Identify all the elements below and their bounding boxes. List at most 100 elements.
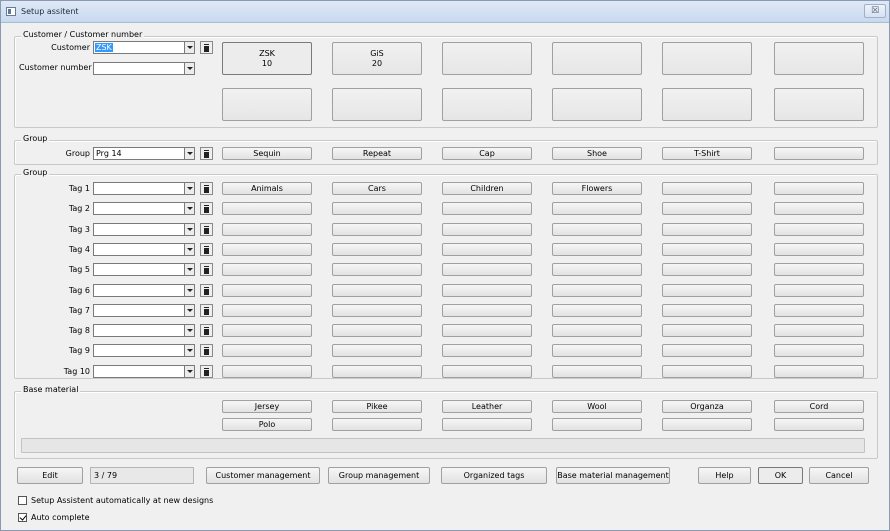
tag-2-button-5[interactable] — [662, 202, 752, 215]
tag-7-button-2[interactable] — [332, 304, 422, 317]
customer-combo[interactable]: ZSK — [93, 41, 195, 54]
tag-8-button-2[interactable] — [332, 324, 422, 337]
tag-9-button-5[interactable] — [662, 344, 752, 357]
tag-2-button-2[interactable] — [332, 202, 422, 215]
customer-button-10[interactable] — [552, 88, 642, 121]
group-button-1[interactable]: Sequin — [222, 147, 312, 160]
tag-7-delete-icon[interactable] — [200, 304, 213, 317]
tag-2-combo[interactable] — [93, 202, 195, 215]
tag-2-delete-icon[interactable] — [200, 202, 213, 215]
tag-9-delete-icon[interactable] — [200, 344, 213, 357]
tag-1-button-2[interactable]: Cars — [332, 182, 422, 195]
group-button-6[interactable] — [774, 147, 864, 160]
tag-4-button-4[interactable] — [552, 243, 642, 256]
tag-2-button-4[interactable] — [552, 202, 642, 215]
chevron-down-icon[interactable] — [184, 324, 195, 337]
tag-5-button-2[interactable] — [332, 263, 422, 276]
tag-10-button-3[interactable] — [442, 365, 532, 378]
base-material-row2-button-1[interactable]: Polo — [222, 418, 312, 431]
tag-8-delete-icon[interactable] — [200, 324, 213, 337]
customer-button-9[interactable] — [442, 88, 532, 121]
close-button[interactable]: ☒ — [864, 4, 886, 18]
tag-10-button-2[interactable] — [332, 365, 422, 378]
tag-10-button-5[interactable] — [662, 365, 752, 378]
customer-button-7[interactable] — [222, 88, 312, 121]
tag-10-button-6[interactable] — [774, 365, 864, 378]
customer-button-12[interactable] — [774, 88, 864, 121]
base-material-row1-button-6[interactable]: Cord — [774, 400, 864, 413]
tag-9-button-1[interactable] — [222, 344, 312, 357]
tag-5-button-3[interactable] — [442, 263, 532, 276]
chevron-down-icon[interactable] — [184, 263, 195, 276]
tag-7-button-3[interactable] — [442, 304, 532, 317]
base-material-row1-button-4[interactable]: Wool — [552, 400, 642, 413]
tag-9-button-4[interactable] — [552, 344, 642, 357]
help-button[interactable]: Help — [698, 467, 751, 484]
customer-button-6[interactable] — [774, 42, 864, 75]
auto-complete-checkbox[interactable] — [18, 513, 27, 522]
tag-6-button-6[interactable] — [774, 284, 864, 297]
tag-6-button-1[interactable] — [222, 284, 312, 297]
group-combo[interactable]: Prg 14 — [93, 147, 195, 160]
chevron-down-icon[interactable] — [184, 202, 195, 215]
group-button-2[interactable]: Repeat — [332, 147, 422, 160]
tag-8-button-1[interactable] — [222, 324, 312, 337]
tag-7-button-6[interactable] — [774, 304, 864, 317]
tag-6-combo[interactable] — [93, 284, 195, 297]
tag-4-button-2[interactable] — [332, 243, 422, 256]
base-material-row2-button-6[interactable] — [774, 418, 864, 431]
base-material-row1-button-5[interactable]: Organza — [662, 400, 752, 413]
tag-10-combo[interactable] — [93, 365, 195, 378]
chevron-down-icon[interactable] — [184, 304, 195, 317]
customer-button-2[interactable]: GiS 20 — [332, 42, 422, 75]
cancel-button[interactable]: Cancel — [809, 467, 869, 484]
customer-button-1[interactable]: ZSK 10 — [222, 42, 312, 75]
organized-tags-button[interactable]: Organized tags — [441, 467, 547, 484]
group-delete-icon[interactable] — [200, 147, 213, 160]
base-material-row2-button-3[interactable] — [442, 418, 532, 431]
chevron-down-icon[interactable] — [184, 62, 195, 75]
customer-button-4[interactable] — [552, 42, 642, 75]
tag-10-delete-icon[interactable] — [200, 365, 213, 378]
tag-4-delete-icon[interactable] — [200, 243, 213, 256]
base-material-row1-button-1[interactable]: Jersey — [222, 400, 312, 413]
base-material-management-button[interactable]: Base material management — [556, 467, 670, 484]
base-material-row2-button-5[interactable] — [662, 418, 752, 431]
chevron-down-icon[interactable] — [184, 344, 195, 357]
group-button-3[interactable]: Cap — [442, 147, 532, 160]
tag-7-button-5[interactable] — [662, 304, 752, 317]
tag-2-button-6[interactable] — [774, 202, 864, 215]
tag-4-button-1[interactable] — [222, 243, 312, 256]
base-material-row2-button-2[interactable] — [332, 418, 422, 431]
chevron-down-icon[interactable] — [184, 41, 195, 54]
tag-7-combo[interactable] — [93, 304, 195, 317]
customer-number-combo[interactable] — [93, 62, 195, 75]
group-management-button[interactable]: Group management — [328, 467, 430, 484]
tag-7-button-1[interactable] — [222, 304, 312, 317]
chevron-down-icon[interactable] — [184, 243, 195, 256]
tag-1-combo[interactable] — [93, 182, 195, 195]
tag-3-delete-icon[interactable] — [200, 223, 213, 236]
tag-7-button-4[interactable] — [552, 304, 642, 317]
tag-6-button-2[interactable] — [332, 284, 422, 297]
tag-5-combo[interactable] — [93, 263, 195, 276]
base-material-row2-button-4[interactable] — [552, 418, 642, 431]
tag-6-delete-icon[interactable] — [200, 284, 213, 297]
chevron-down-icon[interactable] — [184, 365, 195, 378]
tag-9-button-6[interactable] — [774, 344, 864, 357]
customer-delete-icon[interactable] — [200, 41, 213, 54]
customer-button-11[interactable] — [662, 88, 752, 121]
tag-3-button-2[interactable] — [332, 223, 422, 236]
group-button-4[interactable]: Shoe — [552, 147, 642, 160]
tag-5-button-6[interactable] — [774, 263, 864, 276]
tag-5-button-1[interactable] — [222, 263, 312, 276]
tag-8-button-4[interactable] — [552, 324, 642, 337]
tag-9-button-3[interactable] — [442, 344, 532, 357]
tag-4-combo[interactable] — [93, 243, 195, 256]
tag-8-combo[interactable] — [93, 324, 195, 337]
tag-1-button-5[interactable] — [662, 182, 752, 195]
tag-3-combo[interactable] — [93, 223, 195, 236]
tag-6-button-3[interactable] — [442, 284, 532, 297]
customer-management-button[interactable]: Customer management — [206, 467, 320, 484]
title-bar[interactable]: Setup assitent ☒ — [1, 1, 889, 23]
